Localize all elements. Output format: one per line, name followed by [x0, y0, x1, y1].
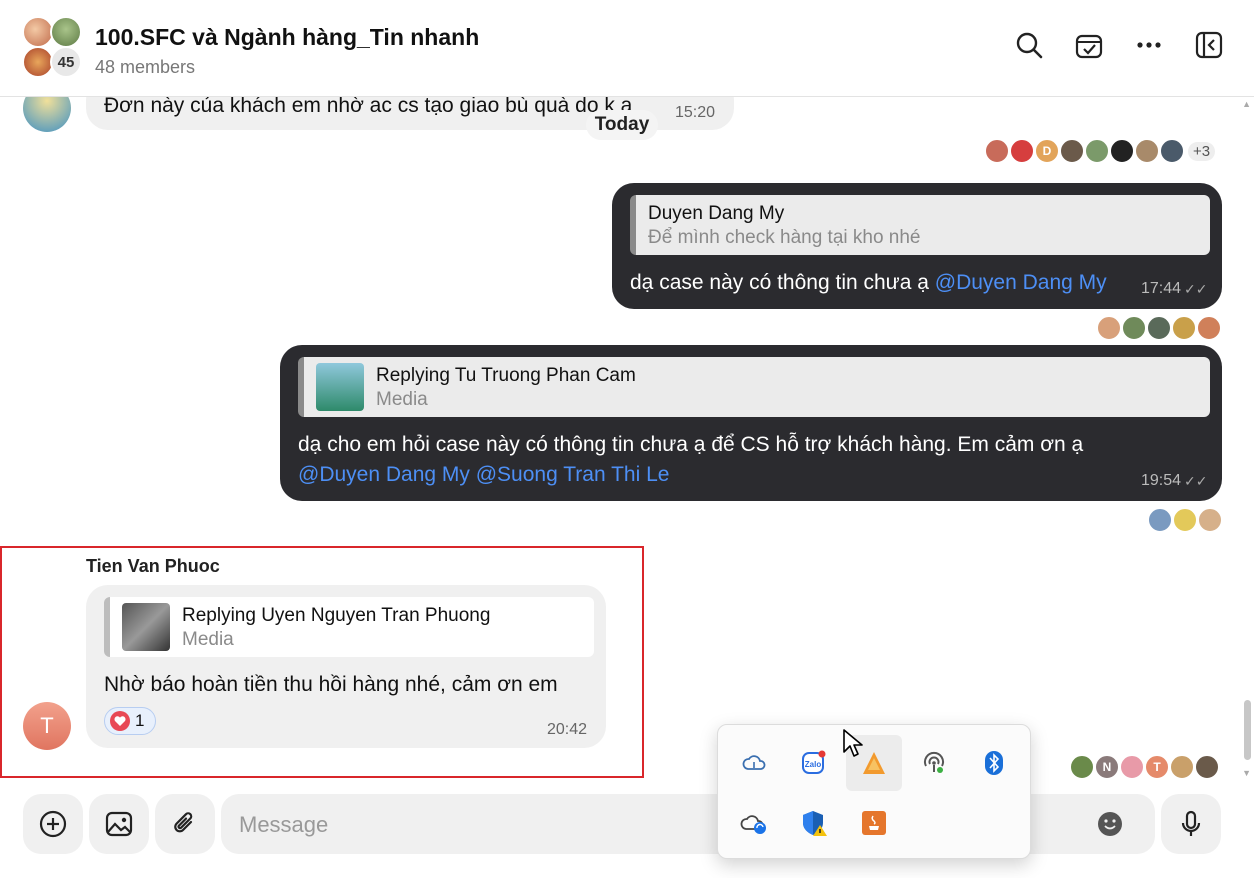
seen-avatar [1195, 755, 1219, 779]
seen-avatar [1070, 755, 1094, 779]
message-time: 19:54 [1141, 472, 1182, 489]
seen-avatar [1148, 508, 1172, 532]
seen-avatar [1060, 139, 1084, 163]
quote-sender: Duyen Dang My [648, 203, 785, 224]
quoted-message[interactable]: Replying Uyen Nguyen Tran Phuong Media [104, 597, 594, 657]
group-avatar[interactable]: 45 [22, 16, 86, 80]
seen-avatar [1147, 316, 1171, 340]
paperclip-icon [174, 812, 193, 833]
message-time: 17:44 [1141, 280, 1182, 297]
zalo-icon[interactable]: Zalo [786, 735, 842, 791]
attach-button[interactable] [155, 794, 215, 854]
seen-more-count: +3 [1188, 141, 1216, 161]
sent-check-icon: ✓✓ [1184, 473, 1208, 489]
seen-avatar: N [1095, 755, 1119, 779]
quote-text: Media [376, 389, 428, 410]
plus-circle-icon [39, 810, 67, 838]
microphone-icon [1181, 810, 1201, 836]
seen-avatar [1170, 755, 1194, 779]
reaction-badge[interactable]: 1 [104, 707, 156, 735]
seen-avatars[interactable]: N T [1069, 755, 1219, 779]
mouse-cursor-icon [843, 729, 863, 757]
seen-avatar [1010, 139, 1034, 163]
scroll-up-arrow[interactable]: ▲ [1242, 99, 1251, 109]
search-icon[interactable] [1013, 29, 1045, 61]
add-button[interactable] [23, 794, 83, 854]
chat-header: 45 100.SFC và Ngành hàng_Tin nhanh 48 me… [0, 0, 1254, 97]
java-icon[interactable] [846, 795, 902, 851]
member-avatar [50, 16, 82, 48]
quoted-message[interactable]: Replying Tu Truong Phan Cam Media [298, 357, 1210, 417]
message-text: dạ cho em hỏi case này có thông tin chưa… [298, 433, 1084, 456]
bluetooth-icon[interactable] [966, 735, 1022, 791]
seen-avatar [1097, 316, 1121, 340]
voice-button[interactable] [1161, 794, 1221, 854]
mention-link[interactable]: @Duyen Dang My [298, 463, 470, 486]
message-bubble[interactable]: Replying Uyen Nguyen Tran Phuong Media N… [86, 585, 606, 748]
seen-avatar [1160, 139, 1184, 163]
seen-avatars[interactable]: D +3 [984, 139, 1216, 163]
security-warning-icon[interactable] [786, 795, 842, 851]
seen-avatar [1085, 139, 1109, 163]
sent-check-icon: ✓✓ [1184, 281, 1208, 297]
toggle-panel-icon[interactable] [1193, 29, 1225, 61]
task-icon[interactable] [1073, 29, 1105, 61]
message-text: Nhờ báo hoàn tiền thu hồi hàng nhé, cảm … [104, 673, 558, 696]
scroll-down-arrow[interactable]: ▼ [1242, 768, 1251, 778]
seen-avatar: T [1145, 755, 1169, 779]
quote-thumbnail [122, 603, 170, 651]
message-bubble-outgoing[interactable]: Duyen Dang My Để mình check hàng tại kho… [612, 183, 1222, 309]
seen-avatar [1173, 508, 1197, 532]
seen-avatar [1172, 316, 1196, 340]
message-time: 20:42 [547, 721, 588, 738]
quote-text: Để mình check hàng tại kho nhé [648, 227, 921, 248]
seen-avatar [1110, 139, 1134, 163]
quoted-message[interactable]: Duyen Dang My Để mình check hàng tại kho… [630, 195, 1210, 255]
more-icon[interactable] [1133, 29, 1165, 61]
seen-avatar [1122, 316, 1146, 340]
seen-avatar [1135, 139, 1159, 163]
emoji-icon[interactable] [1097, 811, 1123, 837]
mention-link[interactable]: @Suong Tran Thi Le [476, 463, 670, 486]
reaction-count: 1 [135, 711, 145, 730]
message-placeholder: Message [239, 812, 329, 837]
quote-sender: Replying Tu Truong Phan Cam [376, 365, 636, 386]
onedrive-sync-icon[interactable] [726, 795, 782, 851]
sender-name[interactable]: Tien Van Phuoc [86, 556, 220, 577]
scrollbar-thumb[interactable] [1244, 700, 1251, 760]
seen-avatars[interactable] [1096, 316, 1221, 340]
composer: Message [0, 782, 1254, 878]
image-button[interactable] [89, 794, 149, 854]
seen-avatar [1120, 755, 1144, 779]
message-text: Đơn này của khách em nhờ ac cs tạo giao … [104, 94, 633, 117]
heart-icon [110, 711, 130, 731]
image-icon [105, 811, 133, 837]
seen-avatar [985, 139, 1009, 163]
seen-avatar [1198, 508, 1222, 532]
sender-avatar[interactable]: T [23, 702, 71, 750]
seen-avatar [1197, 316, 1221, 340]
member-count-badge: 45 [50, 46, 82, 78]
date-divider: Today [586, 110, 658, 140]
message-bubble-outgoing[interactable]: Replying Tu Truong Phan Cam Media dạ cho… [280, 345, 1222, 501]
seen-avatars[interactable] [1147, 508, 1222, 532]
onedrive-icon[interactable] [726, 735, 782, 791]
wifi-icon[interactable] [906, 735, 962, 791]
group-title[interactable]: 100.SFC và Ngành hàng_Tin nhanh [95, 24, 479, 51]
group-members[interactable]: 48 members [95, 57, 195, 78]
system-tray-popup: Zalo [717, 724, 1031, 859]
mention-line: @Duyen Dang My @Suong Tran Thi Le [298, 463, 669, 487]
quote-thumbnail [316, 363, 364, 411]
mention-link[interactable]: @Duyen Dang My [935, 271, 1107, 294]
message-text: dạ case này có thông tin chưa ạ @Duyen D… [630, 271, 1107, 294]
seen-avatar: D [1035, 139, 1059, 163]
message-time: 15:20 [675, 104, 716, 121]
quote-sender: Replying Uyen Nguyen Tran Phuong [182, 605, 491, 626]
quote-text: Media [182, 629, 234, 650]
svg-text:Zalo: Zalo [805, 760, 822, 769]
